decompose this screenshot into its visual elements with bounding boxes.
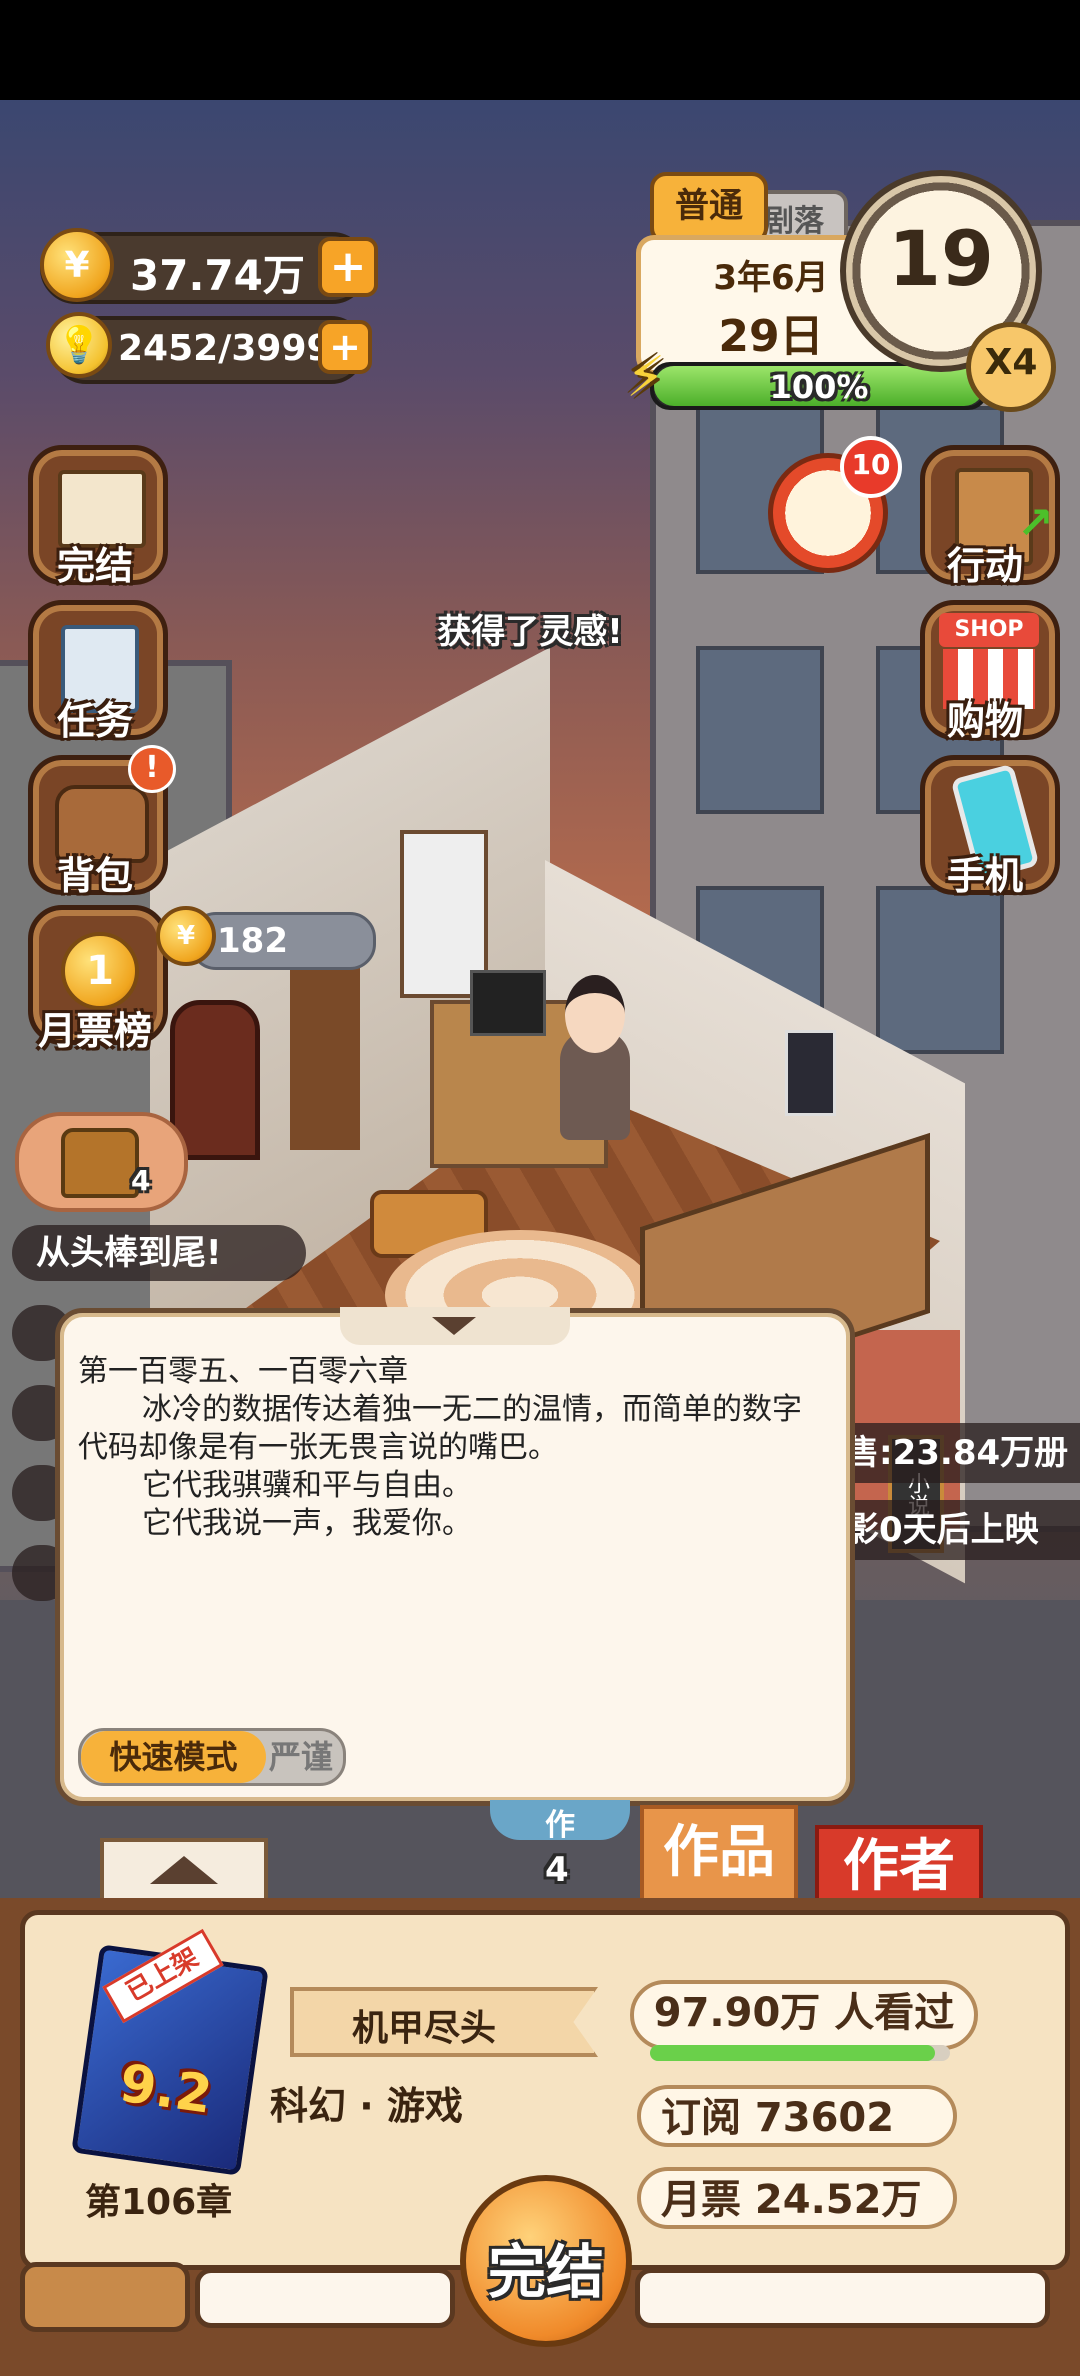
coin-amount: 37.74万 (130, 251, 305, 300)
viewers-stat: 97.90万 人看过 (630, 1980, 978, 2050)
mode-tab-normal[interactable]: 普通 (650, 172, 768, 244)
shop-menu-label: 购物 (946, 699, 1023, 743)
rank-coin-icon: ¥ (156, 906, 216, 966)
treasure-chest-icon (61, 1128, 139, 1198)
task-menu-label: 任务 (56, 699, 133, 743)
strict-mode-option[interactable]: 严谨 (269, 1731, 341, 1783)
shop-icon-sign: SHOP (939, 613, 1039, 647)
rank-medal-icon: 1 (61, 932, 139, 1010)
viewers-progress-bar (650, 2045, 950, 2061)
movie-tag: 影0天后上映 (835, 1500, 1080, 1560)
action-menu-label: 行动 (946, 544, 1023, 588)
chapter-title: 第一百零五、一百零六章 (78, 1354, 408, 1389)
inspiration-amount: 2452/3999 (118, 328, 332, 369)
praise-tag: 从头棒到尾! (12, 1225, 306, 1281)
add-inspiration-button[interactable]: + (318, 320, 372, 374)
book-title: 机甲尽头 (351, 2008, 496, 2049)
phone-menu-label: 手机 (946, 854, 1023, 898)
monthly-votes-stat: 月票 24.52万 (637, 2167, 957, 2229)
energy-percent: 100% (769, 368, 869, 406)
dialog-body: 第一百零五、一百零六章 冰冷的数据传达着独一无二的温情，而简单的数字代码却像是有… (78, 1353, 818, 1543)
story-line-1: 冰冷的数据传达着独一无二的温情，而简单的数字代码却像是有一张无畏言说的嘴巴。 (78, 1392, 802, 1465)
rank-coin-count: 182 (217, 921, 288, 961)
speed-button[interactable]: X4 (966, 322, 1056, 412)
inspiration-toast: 获得了灵感! (437, 612, 623, 652)
fast-mode-option[interactable]: 快速模式 (81, 1731, 266, 1783)
tab-hidden[interactable]: 作 (490, 1800, 630, 1843)
door[interactable] (170, 1000, 260, 1160)
viewers-progress-fill (650, 2045, 935, 2061)
chevron-up-icon (150, 1856, 218, 1884)
lightbulb-icon: 💡 (46, 312, 112, 378)
dialog-collapse-handle[interactable] (340, 1307, 570, 1345)
wall-poster (785, 1030, 836, 1116)
treasure-chest-button[interactable]: 4 (15, 1112, 188, 1212)
chevron-down-icon (432, 1317, 476, 1335)
rank-coin-bubble: 182 (190, 912, 376, 970)
book-title-ribbon: 机甲尽头 (290, 1987, 598, 2057)
chest-count: 4 (131, 1164, 151, 1197)
works-tab[interactable]: 作品 (640, 1805, 798, 1908)
finish-book-button[interactable]: 完结 (460, 2175, 632, 2347)
clock-hour: 19 (888, 214, 994, 303)
bag-menu-label: 背包 (56, 854, 133, 898)
book-chapter: 第106章 (85, 2182, 233, 2223)
story-line-3: 它代我说一声，我爱你。 (142, 1506, 472, 1541)
monthly-rank-label: 月票榜 (37, 1009, 152, 1053)
story-line-2: 它代我骐骥和平与自由。 (142, 1468, 472, 1503)
bag-alert-badge: ! (128, 745, 176, 793)
coin-icon: ¥ (40, 228, 114, 302)
alarm-badge: 10 (840, 436, 902, 498)
finish-menu-label: 完结 (56, 544, 133, 588)
subscriptions-stat: 订阅 73602 (637, 2085, 957, 2147)
tab-count: 4 (545, 1850, 569, 1890)
computer-monitor (470, 970, 546, 1036)
nav-button-1[interactable] (20, 2262, 190, 2332)
book-score: 9.2 (116, 2053, 216, 2126)
sales-tag: 售:23.84万册 (835, 1423, 1080, 1483)
nav-button-3[interactable] (635, 2268, 1050, 2328)
bookshelf[interactable] (290, 960, 360, 1150)
lightning-icon[interactable]: ⚡ (626, 345, 682, 415)
nav-button-2[interactable] (195, 2268, 455, 2328)
finish-book-label: 完结 (487, 2238, 604, 2306)
book-genre: 科幻 · 游戏 (270, 2084, 463, 2128)
add-coins-button[interactable]: + (318, 237, 378, 297)
chapter-dialog: 第一百零五、一百零六章 冰冷的数据传达着独一无二的温情，而简单的数字代码却像是有… (55, 1307, 855, 1806)
mode-switch[interactable]: 快速模式 严谨 (78, 1728, 346, 1786)
writer-character[interactable] (560, 975, 630, 1140)
status-bar (0, 0, 1080, 100)
